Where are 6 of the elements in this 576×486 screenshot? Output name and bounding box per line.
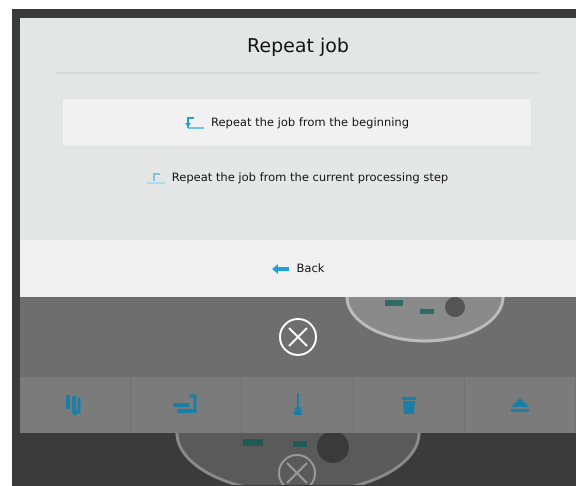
step-arrow-icon	[184, 116, 205, 128]
close-button[interactable]	[278, 317, 318, 357]
back-arrow-icon	[272, 264, 289, 274]
back-button[interactable]: Back	[20, 240, 576, 297]
option-button[interactable]: Repeat the job from the beginning	[62, 98, 532, 147]
dialog-title: Repeat job	[246, 34, 350, 59]
